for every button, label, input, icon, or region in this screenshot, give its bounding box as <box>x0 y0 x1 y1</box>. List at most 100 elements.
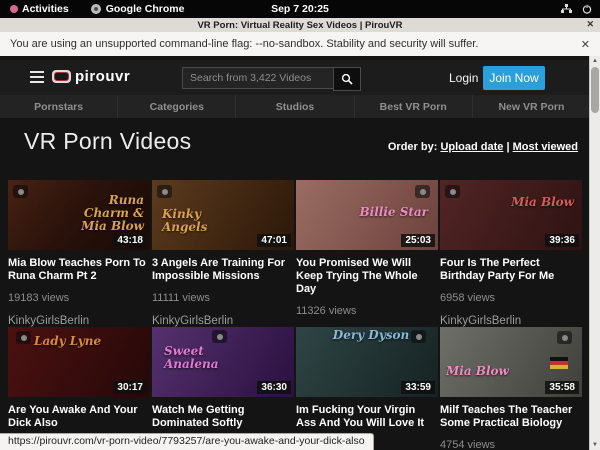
main-nav: Pornstars Categories Studios Best VR Por… <box>0 95 590 118</box>
video-title[interactable]: Milf Teaches The Teacher Some Practical … <box>440 404 582 430</box>
nav-item-pornstars[interactable]: Pornstars <box>0 95 118 118</box>
order-by-label: Order by: <box>388 141 438 153</box>
video-card[interactable]: Kinky Angels 47:01 3 Angels Are Training… <box>152 180 294 325</box>
studio-watermark-icon <box>415 185 430 198</box>
video-title[interactable]: 3 Angels Are Training For Impossible Mis… <box>152 257 294 283</box>
video-thumbnail[interactable]: Kinky Angels 47:01 <box>152 180 294 250</box>
activities-label: Activities <box>22 3 69 15</box>
duration-badge: 43:18 <box>113 234 147 247</box>
thumbnail-overlay-title: Mia Blow <box>510 196 574 209</box>
duration-badge: 47:01 <box>257 234 291 247</box>
duration-badge: 33:59 <box>401 381 435 394</box>
duration-badge: 25:03 <box>401 234 435 247</box>
nav-item-studios[interactable]: Studios <box>236 95 354 118</box>
vr-headset-icon <box>52 70 71 83</box>
app-menu-button[interactable]: Google Chrome <box>91 3 185 15</box>
page-title: VR Porn Videos <box>24 128 191 155</box>
studio-watermark-icon <box>557 331 572 344</box>
video-thumbnail[interactable]: Dery Dyson 33:59 <box>296 327 438 397</box>
thumbnail-overlay-title: Kinky Angels <box>162 208 240 234</box>
search-input[interactable] <box>182 67 333 89</box>
nav-item-best-vr-porn[interactable]: Best VR Porn <box>355 95 473 118</box>
thumbnail-overlay-title: Dery Dyson <box>326 329 416 342</box>
scrollbar-thumb[interactable] <box>591 67 599 113</box>
video-title[interactable]: Im Fucking Your Virgin Ass And You Will … <box>296 404 438 430</box>
chrome-icon <box>91 4 101 14</box>
power-icon[interactable] <box>582 4 592 14</box>
activities-icon <box>10 5 18 13</box>
view-count: 4754 views <box>440 439 582 450</box>
video-card[interactable]: Lady Lyne 30:17 Are You Awake And Your D… <box>8 327 150 450</box>
video-card[interactable]: Dery Dyson 33:59 Im Fucking Your Virgin … <box>296 327 438 450</box>
search-button[interactable] <box>333 67 361 91</box>
video-title[interactable]: Four Is The Perfect Birthday Party For M… <box>440 257 582 283</box>
view-count: 11111 views <box>152 292 294 304</box>
duration-badge: 39:36 <box>545 234 579 247</box>
thumbnail-overlay-title: Billie Star <box>356 206 428 219</box>
scroll-down-icon[interactable]: ▼ <box>590 440 600 450</box>
thumbnail-overlay-title: Runa Charm & Mia Blow <box>72 194 144 233</box>
system-bar: Activities Google Chrome Sep 7 20:25 <box>0 0 600 18</box>
site-header: pirouvr Login Join Now <box>0 60 590 95</box>
video-title[interactable]: Watch Me Getting Dominated Softly <box>152 404 294 430</box>
nav-item-categories[interactable]: Categories <box>118 95 236 118</box>
video-thumbnail[interactable]: Mia Blow 35:58 <box>440 327 582 397</box>
video-thumbnail[interactable]: Billie Star 25:03 <box>296 180 438 250</box>
warning-message: You are using an unsupported command-lin… <box>10 38 478 50</box>
logo-text: pirouvr <box>75 68 130 85</box>
network-icon[interactable] <box>561 4 572 14</box>
status-bar-url: https://pirouvr.com/vr-porn-video/779325… <box>0 433 374 450</box>
duration-badge: 36:30 <box>257 381 291 394</box>
login-link[interactable]: Login <box>449 71 478 85</box>
window-title-bar: VR Porn: Virtual Reality Sex Videos | Pi… <box>0 18 600 33</box>
app-menu-label: Google Chrome <box>106 3 185 15</box>
duration-badge: 30:17 <box>113 381 147 394</box>
video-grid: Runa Charm & Mia Blow 43:18 Mia Blow Tea… <box>8 180 582 450</box>
view-count: 11326 views <box>296 305 438 317</box>
video-title[interactable]: Are You Awake And Your Dick Also <box>8 404 150 430</box>
studio-watermark-icon <box>13 185 28 198</box>
video-card[interactable]: Runa Charm & Mia Blow 43:18 Mia Blow Tea… <box>8 180 150 325</box>
studio-watermark-icon <box>16 331 31 344</box>
order-by: Order by: Upload date | Most viewed <box>388 141 578 153</box>
warning-close-icon[interactable]: ✕ <box>581 38 590 51</box>
thumbnail-overlay-title: Sweet Analena <box>164 345 250 371</box>
window-title: VR Porn: Virtual Reality Sex Videos | Pi… <box>197 20 402 31</box>
menu-icon[interactable] <box>30 71 44 83</box>
thumbnail-overlay-title: Lady Lyne <box>34 335 106 348</box>
video-thumbnail[interactable]: Lady Lyne 30:17 <box>8 327 150 397</box>
studio-link[interactable]: KinkyGirlsBerlin <box>440 315 582 327</box>
site-logo[interactable]: pirouvr <box>52 68 130 85</box>
video-card[interactable]: Mia Blow 35:58 Milf Teaches The Teacher … <box>440 327 582 450</box>
nav-item-new-vr-porn[interactable]: New VR Porn <box>473 95 590 118</box>
video-thumbnail[interactable]: Sweet Analena 36:30 <box>152 327 294 397</box>
video-title[interactable]: Mia Blow Teaches Porn To Runa Charm Pt 2 <box>8 257 150 283</box>
window-close-icon[interactable]: ✕ <box>586 19 594 30</box>
order-link-most-viewed[interactable]: Most viewed <box>513 141 578 153</box>
join-now-button[interactable]: Join Now <box>483 66 545 90</box>
thumbnail-overlay-title: Mia Blow <box>446 365 538 378</box>
video-thumbnail[interactable]: Mia Blow 39:36 <box>440 180 582 250</box>
warning-bar: You are using an unsupported command-lin… <box>0 32 600 57</box>
studio-link[interactable]: KinkyGirlsBerlin <box>152 315 294 327</box>
studio-watermark-icon <box>157 185 172 198</box>
video-title[interactable]: You Promised We Will Keep Trying The Who… <box>296 257 438 296</box>
scrollbar[interactable]: ▲ ▼ <box>589 56 600 450</box>
video-card[interactable]: Mia Blow 39:36 Four Is The Perfect Birth… <box>440 180 582 325</box>
studio-link[interactable]: KinkyGirlsBerlin <box>8 315 150 327</box>
activities-button[interactable]: Activities <box>10 3 69 15</box>
browser-viewport: pirouvr Login Join Now Pornstars Categor… <box>0 56 600 450</box>
view-count: 6958 views <box>440 292 582 304</box>
video-thumbnail[interactable]: Runa Charm & Mia Blow 43:18 <box>8 180 150 250</box>
video-card[interactable]: Billie Star 25:03 You Promised We Will K… <box>296 180 438 325</box>
studio-watermark-icon <box>212 330 227 343</box>
duration-badge: 35:58 <box>545 381 579 394</box>
scroll-up-icon[interactable]: ▲ <box>590 56 600 66</box>
video-card[interactable]: Sweet Analena 36:30 Watch Me Getting Dom… <box>152 327 294 450</box>
order-link-upload-date[interactable]: Upload date <box>440 141 503 153</box>
german-flag-icon <box>550 357 568 369</box>
screen: Activities Google Chrome Sep 7 20:25 VR … <box>0 0 600 450</box>
view-count: 19183 views <box>8 292 150 304</box>
search-icon <box>341 73 353 85</box>
studio-watermark-icon <box>445 185 460 198</box>
